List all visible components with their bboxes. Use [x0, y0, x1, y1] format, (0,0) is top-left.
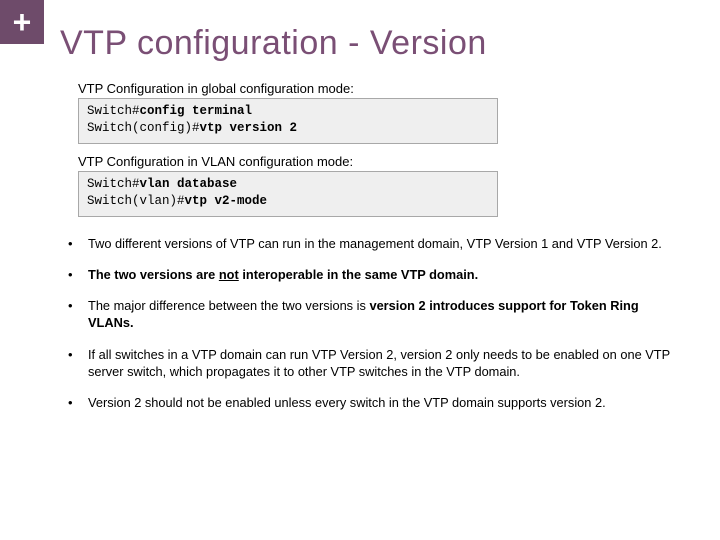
section-label-vlan: VTP Configuration in VLAN configuration …: [78, 154, 690, 169]
plus-icon: +: [13, 6, 32, 38]
list-item: Two different versions of VTP can run in…: [60, 235, 682, 252]
code-command: config terminal: [140, 104, 253, 118]
list-item: The major difference between the two ver…: [60, 297, 682, 332]
list-item: The two versions are not interoperable i…: [60, 266, 682, 283]
code-line: Switch(config)#vtp version 2: [87, 120, 489, 137]
bullet-text: If all switches in a VTP domain can run …: [88, 347, 670, 379]
bullet-text-underline: not: [219, 267, 239, 282]
bullet-list: Two different versions of VTP can run in…: [60, 235, 690, 412]
list-item: Version 2 should not be enabled unless e…: [60, 394, 682, 411]
code-box-global: Switch#config terminal Switch(config)#vt…: [78, 98, 498, 144]
code-line: Switch#config terminal: [87, 103, 489, 120]
code-prompt: Switch(vlan)#: [87, 194, 185, 208]
page-title: VTP configuration - Version: [60, 24, 690, 63]
code-command: vlan database: [140, 177, 238, 191]
code-prompt: Switch#: [87, 177, 140, 191]
code-prompt: Switch#: [87, 104, 140, 118]
bullet-text: interoperable in the same VTP domain.: [239, 267, 478, 282]
bullet-text: The major difference between the two ver…: [88, 298, 369, 313]
code-box-vlan: Switch#vlan database Switch(vlan)#vtp v2…: [78, 171, 498, 217]
slide-body: VTP configuration - Version VTP Configur…: [0, 0, 720, 435]
bullet-text: The two versions are: [88, 267, 219, 282]
code-command: vtp v2-mode: [185, 194, 268, 208]
code-line: Switch(vlan)#vtp v2-mode: [87, 193, 489, 210]
section-label-global: VTP Configuration in global configuratio…: [78, 81, 690, 96]
corner-accent: +: [0, 0, 44, 44]
bullet-text: Version 2 should not be enabled unless e…: [88, 395, 606, 410]
code-line: Switch#vlan database: [87, 176, 489, 193]
code-prompt: Switch(config)#: [87, 121, 200, 135]
code-command: vtp version 2: [200, 121, 298, 135]
list-item: If all switches in a VTP domain can run …: [60, 346, 682, 381]
bullet-text: Two different versions of VTP can run in…: [88, 236, 662, 251]
